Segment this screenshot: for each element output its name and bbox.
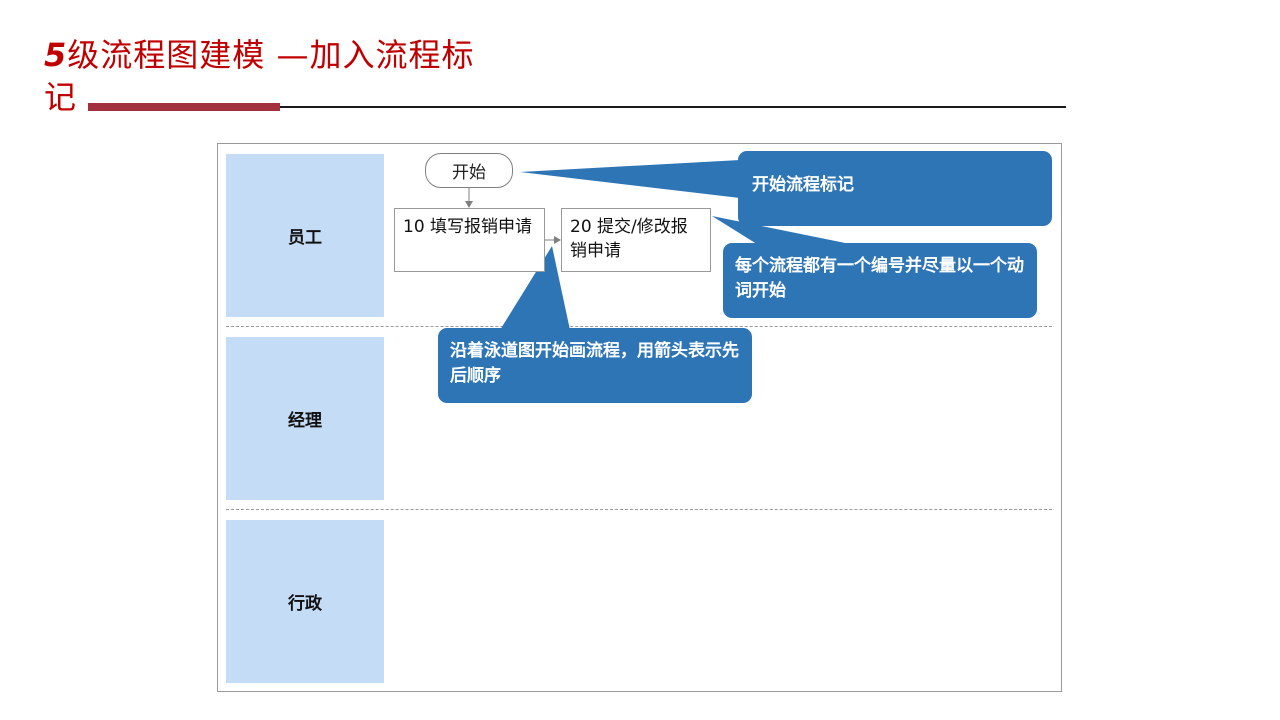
start-arrow-head xyxy=(465,201,473,208)
callout-start-pointer xyxy=(520,160,740,198)
start-node: 开始 xyxy=(425,153,513,188)
callout-numbering: 每个流程都有一个编号并尽量以一个动词开始 xyxy=(723,243,1037,318)
callout-start-marker: 开始流程标记 xyxy=(738,151,1052,226)
step-arrow-head xyxy=(554,236,561,244)
step-20-submit-expense: 20 提交/修改报销申请 xyxy=(561,208,711,272)
step-10-fill-expense: 10 填写报销申请 xyxy=(394,208,545,272)
callout-swimlane-arrows: 沿着泳道图开始画流程，用箭头表示先后顺序 xyxy=(438,328,752,403)
